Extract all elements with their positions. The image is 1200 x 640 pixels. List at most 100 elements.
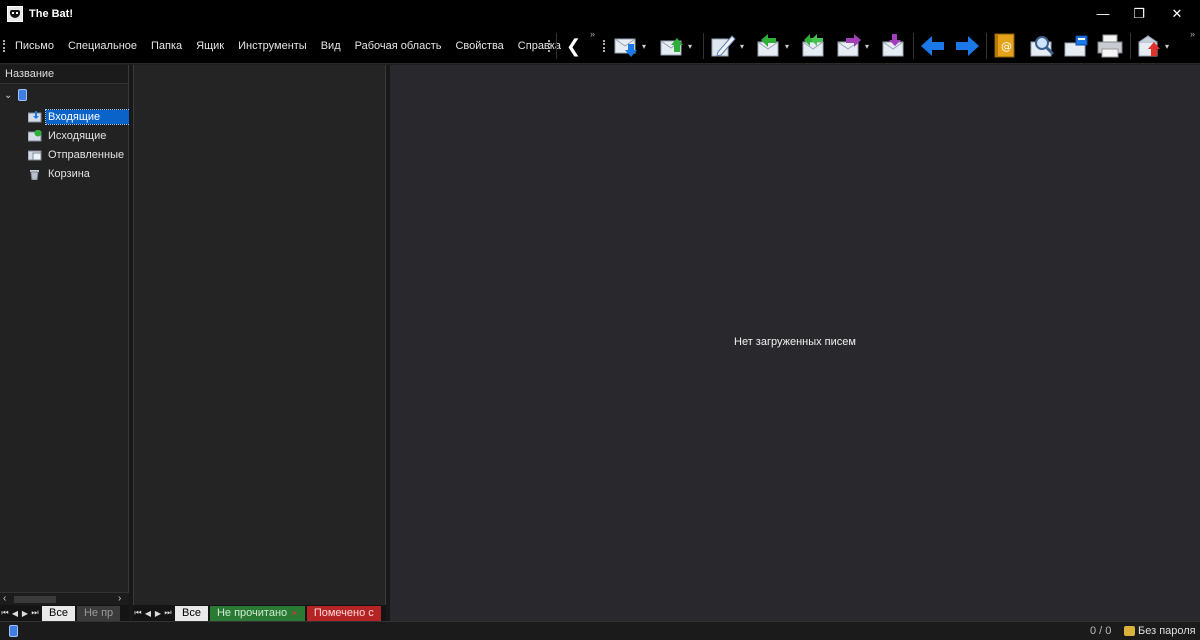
status-bar: 0 / 0 Без пароля	[0, 621, 1200, 640]
print-icon	[1097, 34, 1123, 58]
first-page-icon[interactable]: ⏮	[133, 608, 143, 618]
toolbar-separator	[703, 33, 704, 59]
lock-icon	[1124, 626, 1135, 636]
tab-label: Не прочитано	[216, 606, 288, 619]
menu-item-help[interactable]: Справка	[511, 40, 568, 52]
menu-item-letter[interactable]: Письмо	[8, 40, 61, 52]
folder-label: Отправленные	[48, 149, 125, 161]
address-book-button[interactable]: @	[993, 32, 1017, 60]
get-mail-button[interactable]: ▾	[614, 32, 646, 60]
folder-outbox[interactable]: Исходящие	[28, 127, 108, 145]
toolbar-separator	[556, 33, 557, 59]
backup-icon	[1138, 35, 1160, 57]
scroll-right-icon[interactable]: ›	[118, 593, 121, 604]
toolbar-grip-1[interactable]	[548, 40, 550, 52]
folder-filter-tabs: ⏮ ◀ ▶ ⏭ Все Не пр	[0, 605, 129, 621]
reply-dropdown-icon[interactable]: ▾	[785, 42, 789, 51]
password-status[interactable]: Без пароля	[1138, 625, 1196, 637]
folder-label: Исходящие	[48, 130, 107, 142]
reply-icon	[757, 34, 779, 57]
filters-button[interactable]	[1064, 32, 1090, 60]
account-root[interactable]: ⌄	[4, 89, 27, 101]
find-button[interactable]	[1030, 32, 1056, 60]
toolbar-separator	[986, 33, 987, 59]
toolbar-more-icon[interactable]: »	[590, 29, 595, 39]
empty-viewer-text: Нет загруженных писем	[734, 336, 856, 348]
folder-inbox[interactable]: Входящие	[28, 108, 131, 126]
first-page-icon[interactable]: ⏮	[0, 608, 10, 618]
message-list-panel[interactable]	[133, 65, 386, 621]
menu-item-mailbox[interactable]: Ящик	[189, 40, 231, 52]
folder-sent[interactable]: Отправленные	[28, 146, 126, 164]
tab-unread[interactable]: Не прочитано ✕	[209, 605, 305, 621]
back-chevron-icon: ❮	[566, 35, 582, 56]
message-count: 0 / 0	[1090, 625, 1112, 637]
tab-all[interactable]: Все	[42, 605, 75, 621]
folders-panel: Название ⌄ Входящие Исходящие Отправленн…	[0, 65, 131, 621]
scroll-left-icon[interactable]: ‹	[3, 593, 6, 604]
last-page-icon[interactable]: ⏭	[30, 608, 40, 618]
toolbar-grip-2[interactable]	[603, 40, 605, 52]
send-mail-button[interactable]: ▾	[660, 32, 692, 60]
menu-item-properties[interactable]: Свойства	[448, 40, 510, 52]
menu-item-folder[interactable]: Папка	[144, 40, 189, 52]
reply-button[interactable]: ▾	[757, 32, 789, 60]
toolbar-separator	[1130, 33, 1131, 59]
title-bar: The Bat! — ❐ ✕	[0, 0, 1200, 27]
forward-button[interactable]: ▾	[837, 32, 869, 60]
menu-item-special[interactable]: Специальное	[61, 40, 144, 52]
prev-page-icon[interactable]: ◀	[143, 609, 153, 618]
folders-horizontal-scrollbar[interactable]: ‹ ›	[0, 592, 129, 605]
filters-icon	[1064, 35, 1088, 57]
expand-chevron-icon[interactable]: ⌄	[4, 90, 14, 101]
menu-grip[interactable]	[3, 40, 5, 52]
forward-dropdown-icon[interactable]: ▾	[865, 42, 869, 51]
backup-dropdown-icon[interactable]: ▾	[1165, 42, 1169, 51]
redirect-icon	[882, 34, 904, 57]
next-page-icon[interactable]: ▶	[153, 609, 163, 618]
tab-unread[interactable]: Не пр	[76, 605, 121, 621]
menu-bar: Письмо Специальное Папка Ящик Инструмент…	[8, 27, 568, 64]
next-icon	[956, 36, 979, 56]
folders-column-header[interactable]: Название	[0, 65, 128, 84]
close-button[interactable]: ✕	[1154, 0, 1200, 27]
print-button[interactable]	[1097, 32, 1123, 60]
reply-all-button[interactable]	[802, 32, 828, 60]
previous-message-button[interactable]	[920, 32, 946, 60]
menu-item-view[interactable]: Вид	[314, 40, 348, 52]
menu-item-tools[interactable]: Инструменты	[231, 40, 314, 52]
sent-folder-icon	[28, 150, 42, 161]
new-message-icon	[711, 35, 736, 57]
outbox-folder-icon	[28, 130, 42, 142]
tab-marked[interactable]: Помечено с	[306, 605, 381, 621]
get-mail-icon	[614, 38, 637, 57]
last-page-icon[interactable]: ⏭	[163, 608, 173, 618]
close-tab-icon[interactable]: ✕	[291, 609, 298, 618]
toolbar-more-icon[interactable]: »	[1190, 29, 1195, 39]
folder-trash[interactable]: Корзина	[28, 165, 92, 183]
next-message-button[interactable]	[954, 32, 980, 60]
reply-all-icon	[802, 34, 824, 57]
send-mail-dropdown-icon[interactable]: ▾	[688, 42, 692, 51]
back-button[interactable]: ❮	[566, 32, 581, 60]
window-title: The Bat!	[29, 7, 73, 20]
menu-item-workspace[interactable]: Рабочая область	[348, 40, 449, 52]
prev-page-icon[interactable]: ◀	[10, 609, 20, 618]
account-status-icon[interactable]	[9, 625, 18, 637]
new-message-dropdown-icon[interactable]: ▾	[740, 42, 744, 51]
backup-button[interactable]: ▾	[1137, 32, 1169, 60]
menu-toolbar-row: Письмо Специальное Папка Ящик Инструмент…	[0, 27, 1200, 64]
the-bat-logo-icon	[7, 5, 23, 22]
next-page-icon[interactable]: ▶	[20, 609, 30, 618]
redirect-button[interactable]	[882, 32, 908, 60]
svg-text:@: @	[1001, 40, 1012, 53]
account-icon	[18, 89, 27, 101]
new-message-button[interactable]: ▾	[710, 32, 744, 60]
send-mail-icon	[660, 38, 683, 56]
scroll-thumb[interactable]	[14, 596, 56, 603]
previous-icon	[921, 36, 944, 56]
get-mail-dropdown-icon[interactable]: ▾	[642, 42, 646, 51]
tab-all[interactable]: Все	[175, 605, 208, 621]
message-viewer: Нет загруженных писем	[390, 65, 1200, 621]
folder-label: Корзина	[48, 168, 90, 180]
